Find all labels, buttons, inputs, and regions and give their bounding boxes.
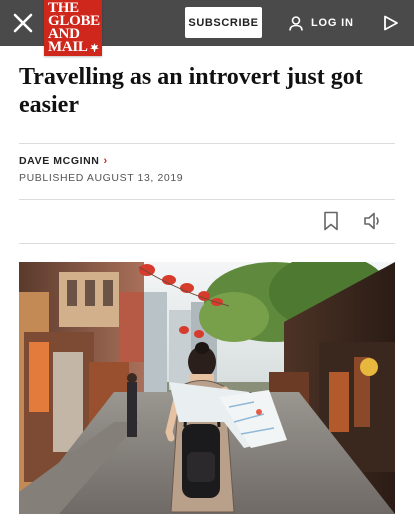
logo-line-4: MAIL	[48, 39, 99, 55]
publish-date: PUBLISHED AUGUST 13, 2019	[19, 172, 184, 184]
bookmark-icon	[324, 211, 338, 231]
close-icon	[13, 13, 33, 33]
maple-leaf-icon	[89, 43, 99, 52]
article-photo	[19, 262, 395, 514]
listen-button[interactable]	[363, 211, 385, 231]
street-scene-image	[19, 262, 395, 514]
divider	[19, 199, 395, 200]
divider	[19, 243, 395, 244]
author-link[interactable]: DAVE MCGINN ›	[19, 155, 108, 167]
play-button[interactable]	[382, 14, 400, 32]
user-icon	[289, 15, 303, 31]
logo-line-4-text: MAIL	[48, 39, 88, 55]
login-button[interactable]: LOG IN	[289, 12, 354, 34]
bookmark-button[interactable]	[323, 211, 339, 231]
speaker-icon	[364, 212, 379, 230]
author-name: DAVE MCGINN	[19, 155, 100, 167]
close-button[interactable]	[10, 10, 36, 36]
globe-and-mail-logo[interactable]: THE GLOBE AND MAIL	[44, 0, 102, 56]
subscribe-button[interactable]: SUBSCRIBE	[185, 7, 262, 38]
chevron-right-icon: ›	[103, 155, 108, 167]
top-bar: THE GLOBE AND MAIL SUBSCRIBE LOG IN	[0, 0, 414, 56]
divider	[19, 143, 395, 144]
article-headline: Travelling as an introvert just got easi…	[19, 64, 363, 118]
play-icon	[384, 15, 398, 31]
login-label: LOG IN	[311, 17, 354, 29]
